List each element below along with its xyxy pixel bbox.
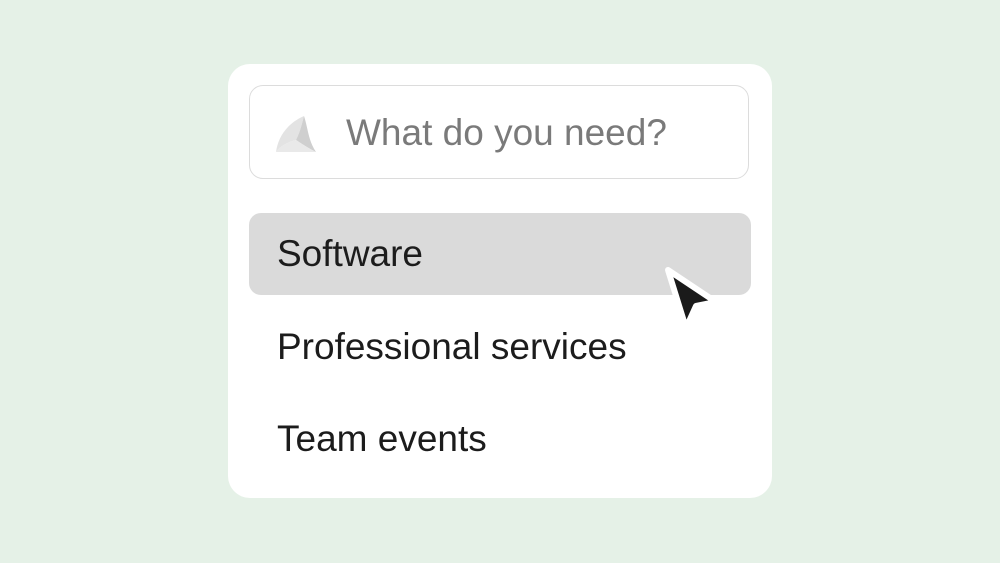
search-input[interactable] (346, 104, 726, 162)
menu-item-label: Software (277, 233, 424, 274)
search-field[interactable] (249, 85, 749, 179)
menu-item-label: Professional services (277, 326, 627, 367)
menu-item-team-events[interactable]: Team events (249, 398, 751, 480)
menu-item-label: Team events (277, 418, 487, 459)
search-icon (276, 116, 316, 152)
mouse-cursor-icon (665, 267, 719, 331)
